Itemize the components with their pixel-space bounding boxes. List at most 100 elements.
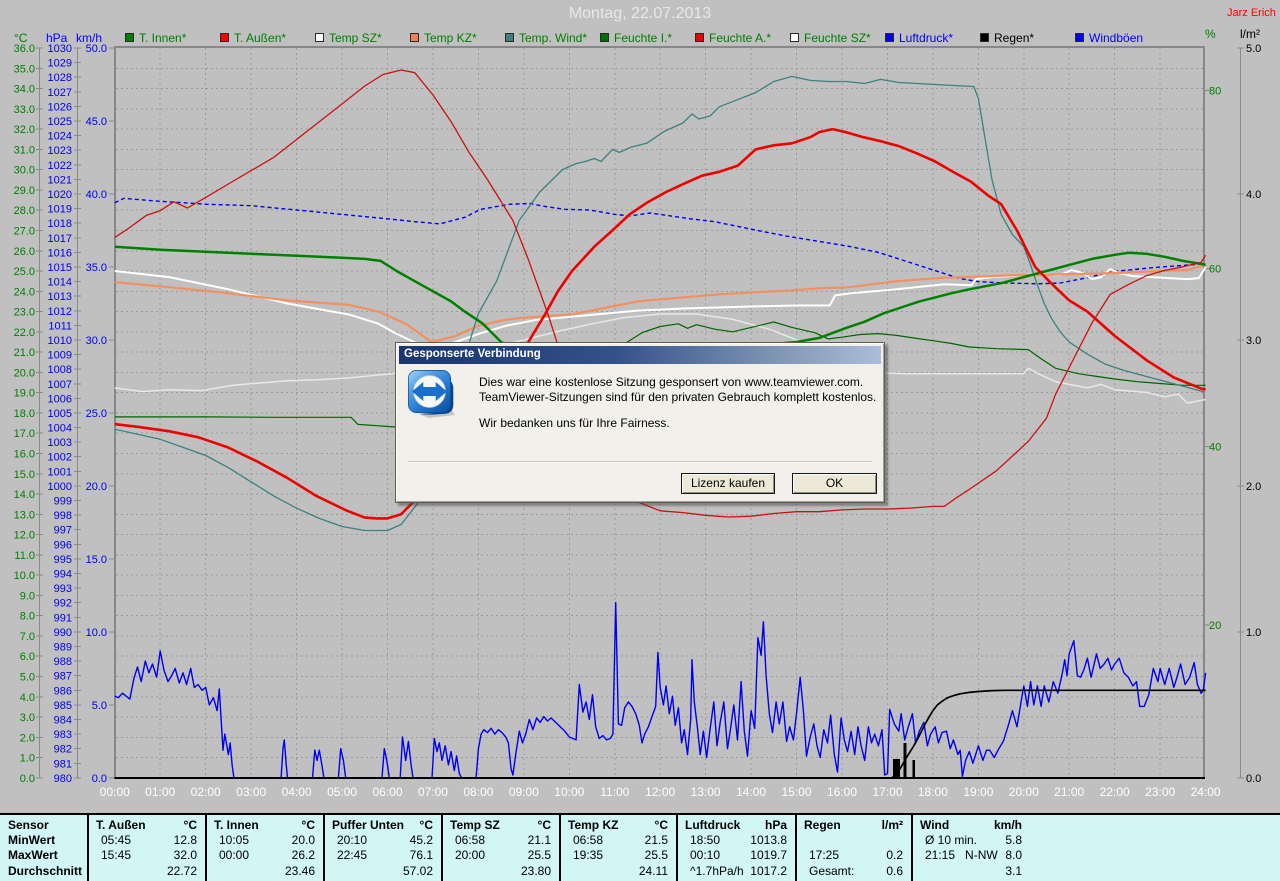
svg-text:1017: 1017 bbox=[48, 233, 72, 245]
svg-text:1011: 1011 bbox=[48, 320, 72, 332]
svg-text:1023: 1023 bbox=[48, 145, 72, 157]
svg-text:1024: 1024 bbox=[48, 131, 72, 143]
svg-text:14:00: 14:00 bbox=[736, 785, 766, 799]
svg-text:1021: 1021 bbox=[48, 174, 72, 186]
svg-text:20:00: 20:00 bbox=[1009, 785, 1039, 799]
svg-text:30.0: 30.0 bbox=[14, 165, 35, 177]
svg-text:04:00: 04:00 bbox=[282, 785, 312, 799]
svg-text:8.0: 8.0 bbox=[20, 611, 35, 623]
svg-text:13.0: 13.0 bbox=[14, 509, 35, 521]
svg-text:10.0: 10.0 bbox=[14, 570, 35, 582]
svg-text:10.0: 10.0 bbox=[86, 627, 107, 639]
svg-text:1009: 1009 bbox=[48, 350, 72, 362]
svg-text:09:00: 09:00 bbox=[509, 785, 539, 799]
svg-text:1010: 1010 bbox=[48, 335, 72, 347]
svg-text:980: 980 bbox=[54, 773, 72, 785]
svg-text:981: 981 bbox=[54, 758, 72, 770]
svg-text:40.0: 40.0 bbox=[86, 189, 107, 201]
svg-text:08:00: 08:00 bbox=[463, 785, 493, 799]
svg-text:1019: 1019 bbox=[48, 204, 72, 216]
svg-text:23:00: 23:00 bbox=[1145, 785, 1175, 799]
svg-text:1028: 1028 bbox=[48, 72, 72, 84]
svg-text:5.0: 5.0 bbox=[92, 700, 107, 712]
svg-text:1027: 1027 bbox=[48, 87, 72, 99]
svg-text:17.0: 17.0 bbox=[14, 428, 35, 440]
svg-text:29.0: 29.0 bbox=[14, 185, 35, 197]
svg-text:1007: 1007 bbox=[48, 379, 72, 391]
svg-text:60: 60 bbox=[1209, 264, 1221, 276]
svg-text:6.0: 6.0 bbox=[20, 651, 35, 663]
svg-text:15:00: 15:00 bbox=[781, 785, 811, 799]
svg-text:983: 983 bbox=[54, 729, 72, 741]
svg-text:987: 987 bbox=[54, 671, 72, 683]
svg-text:80: 80 bbox=[1209, 86, 1221, 98]
svg-text:989: 989 bbox=[54, 642, 72, 654]
svg-text:984: 984 bbox=[54, 715, 72, 727]
svg-text:24:00: 24:00 bbox=[1191, 785, 1221, 799]
svg-text:1029: 1029 bbox=[48, 58, 72, 70]
svg-text:35.0: 35.0 bbox=[86, 262, 107, 274]
svg-text:19:00: 19:00 bbox=[963, 785, 993, 799]
svg-text:27.0: 27.0 bbox=[14, 226, 35, 238]
svg-text:996: 996 bbox=[54, 539, 72, 551]
svg-text:1008: 1008 bbox=[48, 364, 72, 376]
svg-text:36.0: 36.0 bbox=[14, 43, 35, 55]
svg-text:45.0: 45.0 bbox=[86, 116, 107, 128]
svg-text:1012: 1012 bbox=[48, 306, 72, 318]
svg-text:1018: 1018 bbox=[48, 218, 72, 230]
svg-text:9.0: 9.0 bbox=[20, 590, 35, 602]
svg-text:995: 995 bbox=[54, 554, 72, 566]
svg-text:1022: 1022 bbox=[48, 160, 72, 172]
svg-text:19.0: 19.0 bbox=[14, 388, 35, 400]
svg-text:21.0: 21.0 bbox=[14, 347, 35, 359]
svg-text:1006: 1006 bbox=[48, 393, 72, 405]
svg-text:17:00: 17:00 bbox=[872, 785, 902, 799]
svg-text:24.0: 24.0 bbox=[14, 286, 35, 298]
svg-text:1020: 1020 bbox=[48, 189, 72, 201]
svg-text:5.0: 5.0 bbox=[20, 672, 35, 684]
svg-text:15.0: 15.0 bbox=[14, 469, 35, 481]
svg-text:06:00: 06:00 bbox=[372, 785, 402, 799]
svg-text:1016: 1016 bbox=[48, 247, 72, 259]
svg-text:5.0: 5.0 bbox=[1246, 43, 1261, 55]
svg-text:1002: 1002 bbox=[48, 452, 72, 464]
svg-text:15.0: 15.0 bbox=[86, 554, 107, 566]
svg-text:11:00: 11:00 bbox=[600, 785, 629, 799]
svg-text:28.0: 28.0 bbox=[14, 205, 35, 217]
svg-text:12:00: 12:00 bbox=[645, 785, 675, 799]
svg-text:991: 991 bbox=[54, 612, 72, 624]
svg-text:13:00: 13:00 bbox=[691, 785, 721, 799]
svg-text:20: 20 bbox=[1209, 620, 1221, 632]
svg-text:3.0: 3.0 bbox=[1246, 335, 1261, 347]
svg-text:988: 988 bbox=[54, 656, 72, 668]
svg-text:11.0: 11.0 bbox=[14, 550, 35, 562]
svg-text:1015: 1015 bbox=[48, 262, 72, 274]
svg-text:1026: 1026 bbox=[48, 101, 72, 113]
svg-text:02:00: 02:00 bbox=[191, 785, 221, 799]
svg-text:1030: 1030 bbox=[48, 43, 72, 55]
svg-text:7.0: 7.0 bbox=[20, 631, 35, 643]
svg-text:05:00: 05:00 bbox=[327, 785, 357, 799]
svg-text:997: 997 bbox=[54, 525, 72, 537]
svg-text:1.0: 1.0 bbox=[1246, 627, 1261, 639]
svg-text:01:00: 01:00 bbox=[145, 785, 175, 799]
svg-text:0.0: 0.0 bbox=[20, 773, 35, 785]
svg-text:2.0: 2.0 bbox=[20, 732, 35, 744]
svg-text:03:00: 03:00 bbox=[236, 785, 266, 799]
svg-text:26.0: 26.0 bbox=[14, 246, 35, 258]
svg-text:20.0: 20.0 bbox=[86, 481, 107, 493]
svg-text:4.0: 4.0 bbox=[1246, 189, 1261, 201]
svg-text:21:00: 21:00 bbox=[1054, 785, 1084, 799]
svg-text:0.0: 0.0 bbox=[1246, 773, 1261, 785]
svg-text:1000: 1000 bbox=[48, 481, 72, 493]
svg-text:985: 985 bbox=[54, 700, 72, 712]
svg-text:40: 40 bbox=[1209, 442, 1221, 454]
svg-text:32.0: 32.0 bbox=[14, 124, 35, 136]
svg-text:20.0: 20.0 bbox=[14, 367, 35, 379]
svg-text:12.0: 12.0 bbox=[14, 530, 35, 542]
svg-text:3.0: 3.0 bbox=[20, 712, 35, 724]
svg-text:1001: 1001 bbox=[48, 466, 72, 478]
svg-text:10:00: 10:00 bbox=[554, 785, 584, 799]
svg-text:986: 986 bbox=[54, 685, 72, 697]
svg-text:1025: 1025 bbox=[48, 116, 72, 128]
